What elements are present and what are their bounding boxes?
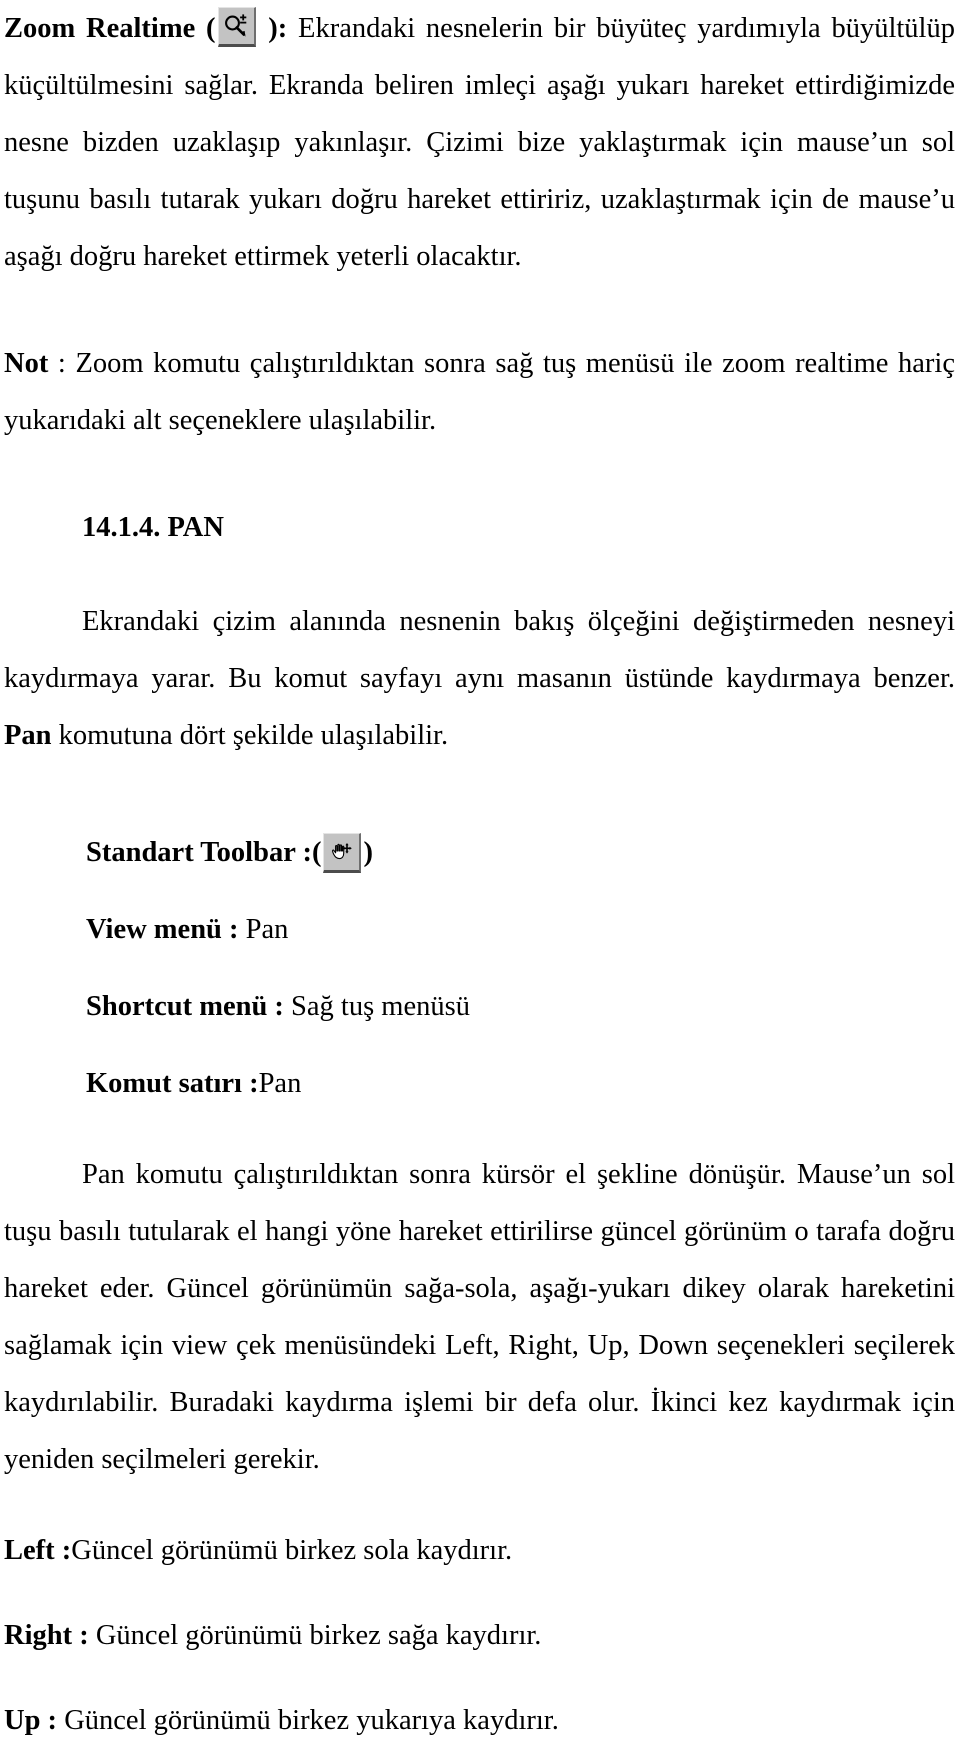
pan-intro-tail: komutuna dört şekilde ulaşılabilir. — [51, 720, 449, 751]
access-method-value: Sağ tuş menüsü — [291, 991, 470, 1022]
zoom-realtime-body: Ekrandaki nesnelerin bir büyüteç yardımı… — [4, 13, 955, 272]
access-method-label: View menü : — [86, 914, 246, 945]
document-page: Zoom Realtime ( ): Ekrandaki nesnelerin … — [0, 0, 960, 1736]
direction-option-term: Right : — [4, 1620, 96, 1651]
direction-option-term: Up : — [4, 1705, 65, 1736]
access-method-label: Standart Toolbar :( — [86, 837, 322, 868]
colon-separator: : — [277, 13, 288, 44]
access-method-label: Komut satırı : — [86, 1068, 259, 1099]
direction-option-desc: Güncel görünümü birkez sola kaydırır. — [71, 1535, 513, 1566]
access-method-shortcut-menu: Shortcut menü : Sağ tuş menüsü — [86, 978, 960, 1035]
access-method-standart-toolbar: Standart Toolbar :() — [86, 824, 960, 881]
direction-option-up: Up : Güncel görünümü birkez yukarıya kay… — [4, 1692, 955, 1749]
direction-option-left: Left :Güncel görünümü birkez sola kaydır… — [4, 1522, 955, 1579]
access-method-command-line: Komut satırı :Pan — [86, 1055, 960, 1112]
access-method-label: Shortcut menü : — [86, 991, 292, 1022]
paragraph-zoom-realtime: Zoom Realtime ( ): Ekrandaki nesnelerin … — [4, 0, 955, 285]
paragraph-pan-intro: Ekrandaki çizim alanında nesnenin bakış … — [4, 593, 955, 764]
paragraph-pan-description: Pan komutu çalıştırıldıktan sonra kürsör… — [4, 1159, 955, 1475]
section-heading: 14.1.4. PAN — [82, 512, 224, 543]
direction-option-desc: Güncel görünümü birkez yukarıya kaydırır… — [64, 1705, 559, 1736]
access-method-close-paren: ) — [363, 837, 373, 868]
access-method-value: Pan — [258, 1068, 302, 1099]
access-method-view-menu: View menü : Pan — [86, 901, 960, 958]
term-zoom-realtime: Zoom Realtime — [4, 13, 196, 44]
pan-intro-bold-term: Pan — [4, 720, 52, 751]
zoom-realtime-icon[interactable] — [217, 7, 256, 47]
close-paren: ) — [257, 13, 278, 44]
paragraph-note: Not : Zoom komutu çalıştırıldıktan sonra… — [4, 335, 955, 449]
note-body: : Zoom komutu çalıştırıldıktan sonra sağ… — [4, 348, 955, 436]
open-paren: ( — [195, 13, 216, 44]
note-label: Not — [4, 348, 49, 379]
direction-option-term: Left : — [4, 1535, 72, 1566]
direction-option-desc: Güncel görünümü birkez sağa kaydırır. — [95, 1620, 542, 1651]
access-method-value: Pan — [245, 914, 289, 945]
pan-intro-body: Ekrandaki çizim alanında nesnenin bakış … — [4, 606, 955, 694]
pan-hand-icon[interactable] — [323, 833, 362, 873]
direction-option-right: Right : Güncel görünümü birkez sağa kayd… — [4, 1607, 955, 1664]
